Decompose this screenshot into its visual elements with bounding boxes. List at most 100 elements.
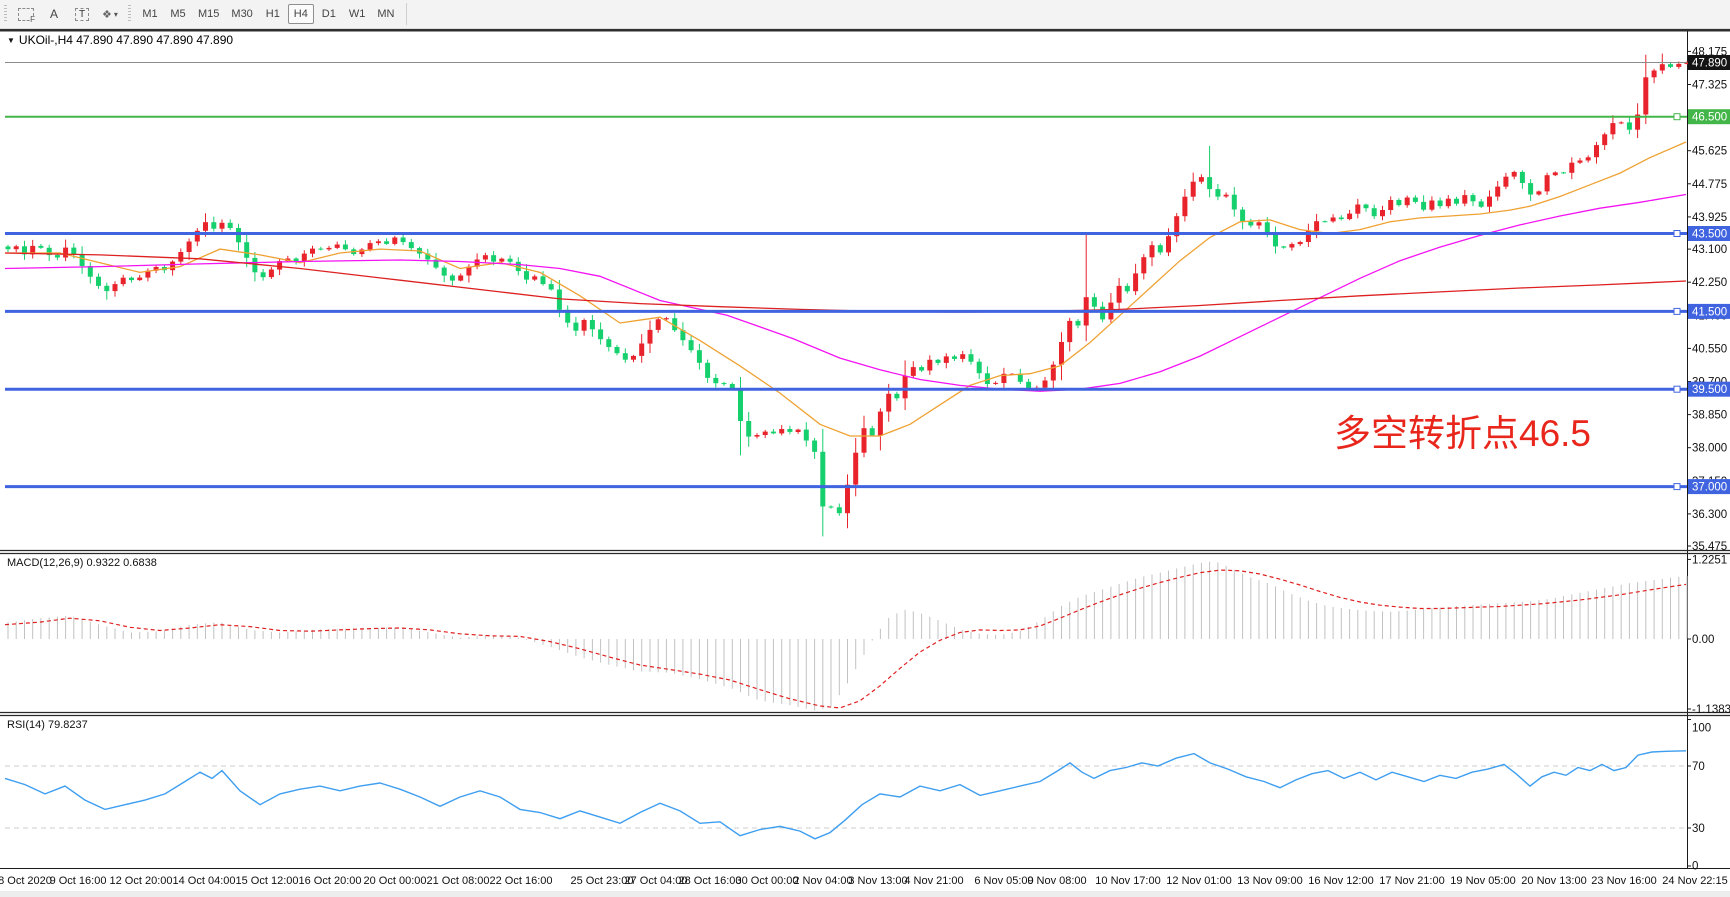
candle-body — [1487, 197, 1492, 207]
text-label-tool[interactable]: A — [41, 4, 67, 24]
line-handle[interactable] — [1674, 114, 1680, 120]
candle-body — [1224, 195, 1229, 197]
symbol-ohlc-text: UKOil-,H4 47.890 47.890 47.890 47.890 — [19, 33, 233, 47]
chart-area[interactable]: 48.17547.32545.62544.77543.92543.10042.2… — [0, 29, 1730, 897]
timeframe-button-m30[interactable]: M30 — [226, 4, 257, 24]
candle-body — [409, 242, 414, 248]
line-handle[interactable] — [1674, 308, 1680, 314]
candle-body — [1289, 244, 1294, 247]
time-axis-label: 28 Oct 16:00 — [679, 875, 742, 887]
toolbar-grip[interactable] — [4, 5, 7, 23]
timeframe-button-d1[interactable]: D1 — [316, 4, 342, 24]
f-frame-tool[interactable]: F — [13, 4, 39, 24]
time-axis-label: 20 Oct 00:00 — [364, 875, 427, 887]
time-axis-label: 22 Oct 16:00 — [490, 875, 553, 887]
candles-layer — [6, 54, 1690, 537]
candle-body — [1322, 221, 1327, 222]
candle-body — [88, 266, 93, 277]
candle-body — [1405, 198, 1410, 206]
line-handle[interactable] — [1674, 484, 1680, 490]
axis-tick-label: 0 — [1692, 861, 1698, 873]
candle-body — [310, 249, 315, 254]
dropdown-caret-icon: ▾ — [114, 10, 118, 19]
candle-body — [722, 383, 727, 384]
time-axis-label: 13 Nov 09:00 — [1237, 875, 1302, 887]
time-axis-label: 24 Nov 22:15 — [1662, 875, 1727, 887]
timeframe-button-h4[interactable]: H4 — [288, 4, 314, 24]
axis-tick-label: 38.000 — [1692, 443, 1727, 455]
drawing-toolbar: FAT❖▾ — [12, 0, 124, 29]
timeframe-button-m1[interactable]: M1 — [137, 4, 163, 24]
text-box-tool[interactable]: T — [69, 4, 95, 24]
candle-body — [104, 286, 109, 291]
candle-body — [1199, 177, 1204, 182]
axis-tick-label: 43.925 — [1692, 212, 1727, 224]
macd-signal-layer — [5, 570, 1686, 708]
timeframe-button-m15[interactable]: M15 — [193, 4, 224, 24]
candle-body — [55, 255, 60, 257]
candle-body — [211, 222, 216, 229]
candle-body — [220, 223, 225, 229]
macd-signal-line — [5, 570, 1686, 708]
candle-body — [1462, 195, 1467, 204]
axis-tick-label: 42.250 — [1692, 277, 1727, 289]
line-handle[interactable] — [1674, 386, 1680, 392]
candle-body — [384, 241, 389, 244]
timeframe-button-m5[interactable]: M5 — [165, 4, 191, 24]
candle-body — [244, 242, 249, 258]
line-handle[interactable] — [1674, 231, 1680, 237]
candle-body — [1257, 222, 1262, 225]
candle-body — [1248, 222, 1253, 226]
candle-body — [483, 255, 488, 259]
timeframe-button-h1[interactable]: H1 — [260, 4, 286, 24]
candle-body — [1569, 163, 1574, 173]
timeframe-toolbar: M1M5M15M30H1H4D1W1MN — [136, 0, 400, 29]
time-axis-label: 8 Oct 2020 — [0, 875, 52, 887]
candle-body — [1059, 342, 1064, 365]
candle-body — [63, 248, 68, 258]
ma-fast-orange — [5, 142, 1686, 436]
candle-body — [1347, 214, 1352, 220]
candle-body — [401, 238, 406, 243]
candle-body — [1503, 177, 1508, 187]
shapes-dropdown[interactable]: ❖▾ — [97, 4, 123, 24]
candle-body — [1495, 187, 1500, 197]
chart-canvas[interactable]: 48.17547.32545.62544.77543.92543.10042.2… — [0, 29, 1730, 897]
chart-annotation: 多空转折点46.5 — [1334, 403, 1591, 457]
candle-body — [1232, 195, 1237, 210]
candle-body — [121, 278, 126, 284]
candle-body — [129, 278, 134, 280]
candle-body — [1553, 172, 1558, 175]
time-axis-label: 4 Nov 21:00 — [904, 875, 963, 887]
candle-body — [829, 507, 834, 508]
candle-body — [343, 245, 348, 250]
top-toolbar: FAT❖▾ M1M5M15M30H1H4D1W1MN — [0, 0, 1730, 29]
candle-body — [1413, 198, 1418, 202]
candle-body — [327, 248, 332, 250]
candle-body — [1207, 177, 1212, 189]
candle-body — [1380, 210, 1385, 216]
candle-body — [1668, 64, 1673, 67]
toolbar-grip[interactable] — [128, 5, 131, 23]
macd-histogram-layer — [8, 562, 1687, 711]
candle-body — [631, 356, 636, 360]
time-axis-label: 21 Oct 08:00 — [427, 875, 490, 887]
time-axis-label: 14 Oct 04:00 — [173, 875, 236, 887]
candle-body — [335, 245, 340, 248]
candle-body — [96, 277, 101, 286]
candle-body — [763, 432, 768, 435]
candle-body — [1182, 197, 1187, 217]
candle-body — [648, 330, 653, 344]
timeframe-button-w1[interactable]: W1 — [344, 4, 371, 24]
candle-body — [1298, 242, 1303, 244]
candle-body — [1652, 71, 1657, 78]
timeframe-button-mn[interactable]: MN — [372, 4, 399, 24]
symbol-collapse-icon[interactable]: ▼ — [7, 36, 15, 45]
axis-tick-label: 38.850 — [1692, 410, 1727, 422]
axis-tick-label: -1.1383 — [1692, 704, 1730, 716]
candle-body — [1125, 286, 1130, 291]
candle-body — [952, 356, 957, 359]
axis-tick-label: 35.475 — [1692, 541, 1727, 553]
candle-body — [113, 284, 118, 291]
candle-body — [1281, 246, 1286, 247]
